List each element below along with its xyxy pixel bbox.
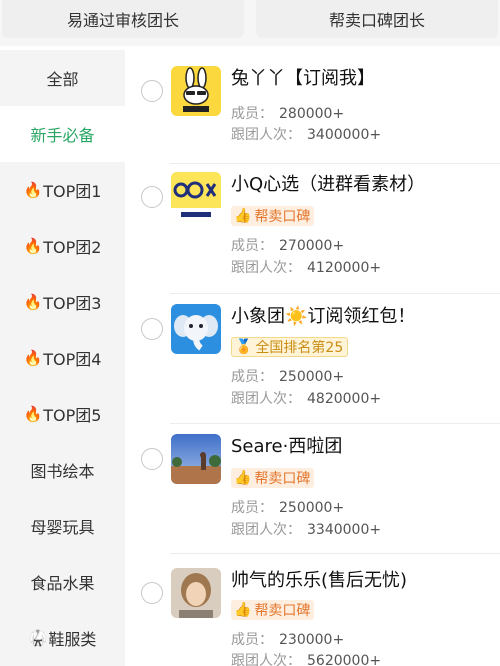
sidebar-item-books[interactable]: 图书绘本 bbox=[0, 442, 125, 498]
follows-label: 跟团人次： bbox=[231, 653, 301, 666]
praise-badge: 👍 帮卖口碑 bbox=[231, 206, 315, 226]
members-value: 250000+ bbox=[279, 500, 345, 516]
tab-easy-review-leaders[interactable]: 易通过审核团长 bbox=[2, 0, 244, 38]
fire-icon: 🔥 bbox=[23, 405, 43, 423]
rabbit-logo bbox=[171, 66, 221, 116]
sidebar-item-baby-toys[interactable]: 母婴玩具 bbox=[0, 498, 125, 554]
sidebar-item-all[interactable]: 全部 bbox=[0, 50, 125, 106]
badge-label: 帮卖口碑 bbox=[254, 471, 311, 487]
follow-count: 跟团人次： 3340000+ bbox=[231, 519, 381, 539]
follow-count: 跟团人次： 4820000+ bbox=[231, 388, 381, 408]
sidebar-item-clothing[interactable]: 🥋 鞋服类 bbox=[0, 610, 125, 666]
follows-value: 4820000+ bbox=[307, 391, 382, 407]
sidebar-item-top4[interactable]: 🔥 TOP团4 bbox=[0, 330, 125, 386]
medal-icon: 🏅 bbox=[235, 339, 253, 355]
follow-count: 跟团人次： 5620000+ bbox=[231, 650, 381, 666]
sidebar-item-top2[interactable]: 🔥 TOP团2 bbox=[0, 218, 125, 274]
thumbs-up-icon: 👍 bbox=[234, 470, 252, 486]
members-label: 成员： bbox=[231, 500, 273, 516]
rank-badge: 🏅 全国排名第25 bbox=[231, 337, 349, 357]
sidebar-item-label: TOP团2 bbox=[43, 238, 102, 257]
members-label: 成员： bbox=[231, 106, 273, 122]
select-radio[interactable] bbox=[141, 318, 163, 340]
praise-badge: 👍 帮卖口碑 bbox=[231, 600, 315, 620]
list-item[interactable]: 小Q心选（进群看素材） 👍 帮卖口碑 成员： 270000+ 跟团人次： 412000… bbox=[125, 164, 500, 294]
sidebar-item-label: TOP团4 bbox=[43, 350, 102, 369]
follow-count: 跟团人次： 3400000+ bbox=[231, 124, 381, 144]
thumbs-up-icon: 👍 bbox=[234, 602, 252, 618]
member-count: 成员： 230000+ bbox=[231, 629, 344, 649]
elephant-logo bbox=[171, 304, 221, 354]
group-name: 小Q心选（进群看素材） bbox=[231, 174, 426, 195]
badge-label: 帮卖口碑 bbox=[254, 603, 311, 619]
follow-count: 跟团人次： 4120000+ bbox=[231, 257, 381, 277]
sidebar-item-label: TOP团3 bbox=[43, 294, 102, 313]
list-item[interactable]: 兔丫丫【订阅我】 成员： 280000+ 跟团人次： 3400000+ bbox=[125, 50, 500, 164]
select-radio[interactable] bbox=[141, 80, 163, 102]
sidebar-item-label: TOP团1 bbox=[43, 182, 102, 201]
members-value: 250000+ bbox=[279, 369, 345, 385]
list-item[interactable]: 小象团☀️订阅领红包！ 🏅 全国排名第25 成员： 250000+ 跟团人次： 482… bbox=[125, 294, 500, 424]
thumbs-up-icon: 👍 bbox=[234, 208, 252, 224]
member-count: 成员： 250000+ bbox=[231, 366, 344, 386]
praise-badge: 👍 帮卖口碑 bbox=[231, 468, 315, 488]
member-count: 成员： 270000+ bbox=[231, 235, 344, 255]
follows-label: 跟团人次： bbox=[231, 127, 301, 143]
fire-icon: 🔥 bbox=[23, 237, 43, 255]
members-label: 成员： bbox=[231, 632, 273, 648]
follows-label: 跟团人次： bbox=[231, 260, 301, 276]
members-label: 成员： bbox=[231, 369, 273, 385]
landscape-photo bbox=[171, 434, 221, 484]
badge-label: 帮卖口碑 bbox=[254, 209, 311, 225]
group-name: 兔丫丫【订阅我】 bbox=[231, 68, 375, 89]
sidebar-item-label: 全部 bbox=[46, 70, 79, 89]
follows-value: 3400000+ bbox=[307, 127, 382, 143]
list-item[interactable]: 帅气的乐乐(售后无忧) 👍 帮卖口碑 成员： 230000+ 跟团人次： 562000… bbox=[125, 554, 500, 666]
members-value: 280000+ bbox=[279, 106, 345, 122]
select-radio[interactable] bbox=[141, 448, 163, 470]
top-tab-bar: 易通过审核团长 帮卖口碑团长 bbox=[0, 0, 500, 46]
sidebar-item-label: TOP团5 bbox=[43, 406, 102, 425]
follows-value: 4120000+ bbox=[307, 260, 382, 276]
sidebar-item-top5[interactable]: 🔥 TOP团5 bbox=[0, 386, 125, 442]
members-value: 270000+ bbox=[279, 238, 345, 254]
portrait-photo bbox=[171, 568, 221, 618]
follows-label: 跟团人次： bbox=[231, 522, 301, 538]
sidebar-item-food-fruit[interactable]: 食品水果 bbox=[0, 554, 125, 610]
list-item[interactable]: Seare·西啦团 👍 帮卖口碑 成员： 250000+ 跟团人次： 3340000+ bbox=[125, 424, 500, 554]
fire-icon: 🔥 bbox=[23, 181, 43, 199]
group-name: 小象团☀️订阅领红包！ bbox=[231, 306, 416, 327]
members-value: 230000+ bbox=[279, 632, 345, 648]
sidebar-item-label: 新手必备 bbox=[30, 126, 95, 145]
category-sidebar: 全部 新手必备 🔥 TOP团1 🔥 TOP团2 🔥 TOP团3 🔥 TOP团4 🔥 TOP… bbox=[0, 50, 125, 666]
follows-value: 5620000+ bbox=[307, 653, 382, 666]
sidebar-item-label: 图书绘本 bbox=[30, 462, 95, 481]
member-count: 成员： 250000+ bbox=[231, 497, 344, 517]
badge-label: 全国排名第25 bbox=[255, 340, 344, 356]
fire-icon: 🔥 bbox=[23, 349, 43, 367]
uniform-icon: 🥋 bbox=[28, 629, 48, 647]
members-label: 成员： bbox=[231, 238, 273, 254]
sidebar-item-top3[interactable]: 🔥 TOP团3 bbox=[0, 274, 125, 330]
xiaoq-logo bbox=[171, 172, 221, 222]
member-count: 成员： 280000+ bbox=[231, 103, 344, 123]
follows-value: 3340000+ bbox=[307, 522, 382, 538]
group-name: 帅气的乐乐(售后无忧) bbox=[231, 570, 408, 591]
sidebar-item-label: 母婴玩具 bbox=[30, 518, 95, 537]
sidebar-item-label: 鞋服类 bbox=[48, 630, 97, 649]
select-radio[interactable] bbox=[141, 582, 163, 604]
sidebar-item-label: 食品水果 bbox=[30, 574, 95, 593]
sidebar-item-beginner[interactable]: 新手必备 bbox=[0, 106, 125, 162]
select-radio[interactable] bbox=[141, 186, 163, 208]
follows-label: 跟团人次： bbox=[231, 391, 301, 407]
fire-icon: 🔥 bbox=[23, 293, 43, 311]
sidebar-item-top1[interactable]: 🔥 TOP团1 bbox=[0, 162, 125, 218]
group-name: Seare·西啦团 bbox=[231, 436, 343, 457]
group-leader-list: 兔丫丫【订阅我】 成员： 280000+ 跟团人次： 3400000+ 小Q心选（进… bbox=[125, 50, 500, 666]
tab-praise-leaders[interactable]: 帮卖口碑团长 bbox=[256, 0, 498, 38]
